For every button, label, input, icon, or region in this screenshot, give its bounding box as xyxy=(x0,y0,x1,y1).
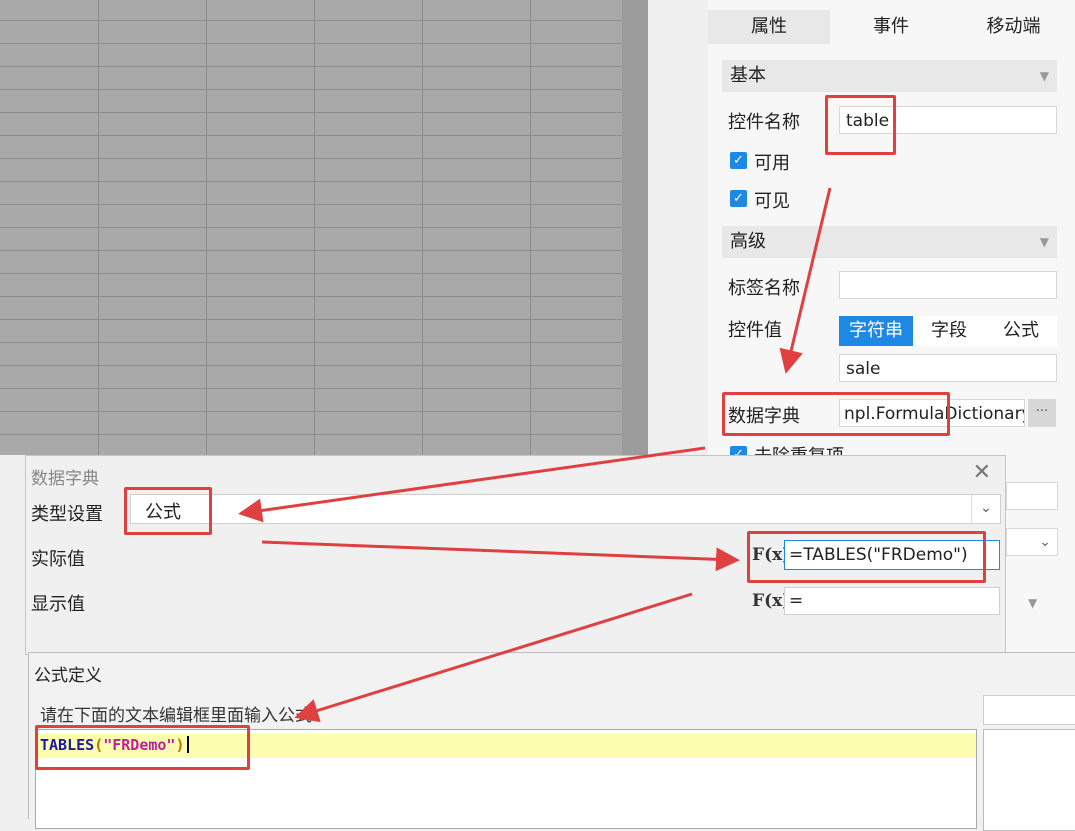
properties-panel: 属性 事件 移动端 基本 ▼ 控件名称 table ✓ 可用 ✓ 可见 高级 ▼… xyxy=(708,0,1075,467)
formula-hint: 请在下面的文本编辑框里面输入公式. xyxy=(40,706,318,726)
panel-hidden-input[interactable] xyxy=(1006,482,1058,510)
tab-events[interactable]: 事件 xyxy=(830,10,952,44)
actual-value-label: 实际值 xyxy=(31,549,85,570)
value-type-field[interactable]: 字段 xyxy=(913,316,985,346)
chevron-down-icon[interactable]: ⌄ xyxy=(971,495,1000,523)
highlight-box-type xyxy=(124,487,212,535)
dialog-title: 公式定义 xyxy=(34,666,102,686)
display-value-input[interactable]: = xyxy=(784,587,1000,615)
chevron-down-icon: ▼ xyxy=(1039,235,1049,249)
tag-name-label: 标签名称 xyxy=(728,278,800,299)
highlight-box-widget-name xyxy=(825,95,896,155)
section-advanced-title: 高级 xyxy=(730,231,766,252)
value-type-formula[interactable]: 公式 xyxy=(985,316,1057,346)
section-advanced[interactable]: 高级 ▼ xyxy=(722,226,1057,258)
highlight-box-formula xyxy=(35,725,250,770)
visible-label: 可见 xyxy=(754,191,790,212)
spreadsheet-grid[interactable] xyxy=(0,0,622,455)
widget-value-label: 控件值 xyxy=(728,320,782,341)
function-list[interactable] xyxy=(983,729,1075,831)
dialog-title: 数据字典 xyxy=(31,469,99,489)
highlight-box-data-dict xyxy=(722,392,950,436)
enabled-label: 可用 xyxy=(754,153,790,174)
panel-hidden-select[interactable]: ⌄ xyxy=(1006,528,1058,556)
enabled-checkbox[interactable]: ✓ xyxy=(730,152,747,169)
highlight-box-actual-value xyxy=(747,531,986,583)
widget-value-input[interactable]: sale xyxy=(839,354,1057,382)
close-icon[interactable]: ✕ xyxy=(973,460,991,485)
tab-mobile[interactable]: 移动端 xyxy=(952,10,1075,44)
chevron-down-icon: ▼ xyxy=(1028,596,1038,610)
tab-properties[interactable]: 属性 xyxy=(708,10,830,44)
tag-name-input[interactable] xyxy=(839,271,1057,299)
grid-scroll-gutter xyxy=(622,0,648,455)
display-value-label: 显示值 xyxy=(31,594,85,615)
panel-continuation: ⌄ ▼ xyxy=(1006,460,1075,652)
widget-name-label: 控件名称 xyxy=(728,112,800,133)
section-basic[interactable]: 基本 ▼ xyxy=(722,60,1057,92)
type-setting-label: 类型设置 xyxy=(31,504,103,525)
function-search-input[interactable] xyxy=(983,695,1075,725)
more-options-button[interactable]: ··· xyxy=(1028,399,1056,427)
chevron-down-icon: ▼ xyxy=(1039,69,1049,83)
section-basic-title: 基本 xyxy=(730,65,766,86)
type-setting-select[interactable]: 公式 ⌄ xyxy=(130,494,1001,524)
panel-spacer xyxy=(648,0,708,455)
value-type-string[interactable]: 字符串 xyxy=(839,316,913,346)
visible-checkbox[interactable]: ✓ xyxy=(730,190,747,207)
